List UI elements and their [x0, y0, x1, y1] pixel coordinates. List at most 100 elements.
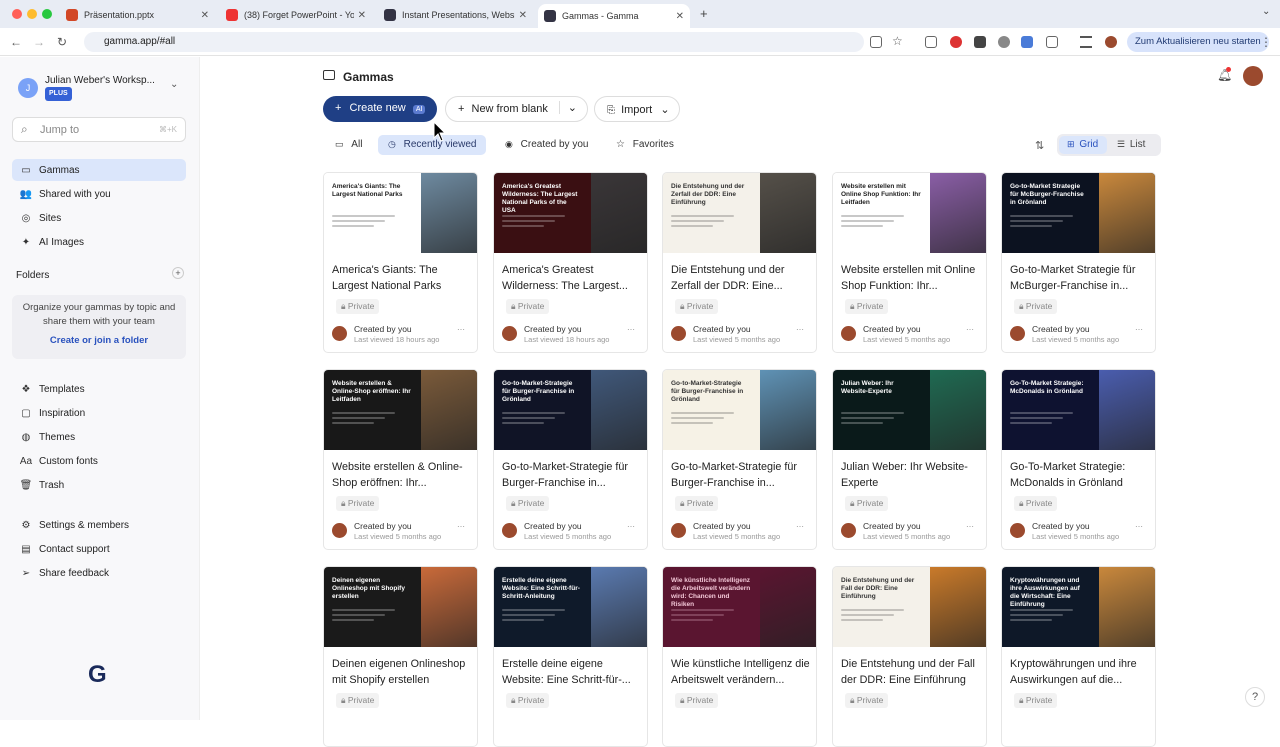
more-options-icon[interactable]: ⋯ — [1135, 325, 1143, 334]
gamma-card[interactable]: Website erstellen mit Online Shop Funkti… — [832, 172, 987, 353]
sidebar-item-share-feedback[interactable]: ➢ Share feedback — [12, 562, 186, 584]
sidebar-item-shared[interactable]: 👥 Shared with you — [12, 183, 186, 205]
browser-menu-icon[interactable]: ⋮ — [1260, 35, 1272, 49]
view-grid-label: Grid — [1079, 139, 1099, 150]
close-window-button[interactable] — [12, 9, 22, 19]
thumbnail-title: Wie künstliche Intelligenz die Arbeitswe… — [671, 577, 751, 608]
import-button[interactable]: ⎘ Import ⌄ — [594, 96, 680, 122]
sidebar-item-custom-fonts[interactable]: Aa Custom fonts — [12, 450, 186, 472]
more-options-icon[interactable]: ⋯ — [966, 325, 974, 334]
filter-created-by-you[interactable]: ◉ Created by you — [499, 136, 594, 156]
chevron-down-icon[interactable]: ⌄ — [558, 101, 577, 114]
bookmark-star-icon[interactable]: ☆ — [892, 34, 903, 48]
close-tab-icon[interactable]: ✕ — [358, 10, 366, 21]
filter-all[interactable]: ▭ All — [329, 136, 368, 156]
install-app-icon[interactable] — [870, 36, 882, 48]
new-from-blank-label: New from blank — [471, 103, 548, 115]
sidebar-item-label: Custom fonts — [39, 455, 98, 467]
privacy-badge: 🔒︎ Private — [675, 299, 719, 314]
privacy-badge: 🔒︎ Private — [506, 496, 550, 511]
created-by-label: Created by you — [863, 324, 921, 334]
gamma-card[interactable]: Go-to-Market-Strategie für Burger-Franch… — [493, 369, 648, 550]
search-input[interactable]: ⌕ Jump to ⌘+K — [12, 117, 186, 142]
author-avatar — [502, 523, 517, 538]
url-field[interactable]: gamma.app/#all — [84, 32, 864, 52]
more-options-icon[interactable]: ⋯ — [627, 325, 635, 334]
gamma-card[interactable]: Julian Weber: Ihr Website-Experte Julian … — [832, 369, 987, 550]
privacy-badge: 🔒︎ Private — [506, 299, 550, 314]
gamma-card[interactable]: America's Giants: The Largest National P… — [323, 172, 478, 353]
more-options-icon[interactable]: ⋯ — [796, 325, 804, 334]
more-options-icon[interactable]: ⋯ — [457, 522, 465, 531]
close-tab-icon[interactable]: ✕ — [676, 11, 684, 22]
sidebar-item-trash[interactable]: 🗑 Trash — [12, 474, 186, 496]
filter-favorites[interactable]: ☆ Favorites — [610, 136, 680, 156]
browser-tab[interactable]: Präsentation.pptx ✕ — [60, 4, 215, 26]
gamma-card[interactable]: Go-to-Market Strategie für McBurger-Fran… — [1001, 172, 1156, 353]
sidebar-item-label: Sites — [39, 212, 62, 224]
card-thumbnail: Go-to-Market-Strategie für Burger-Franch… — [663, 370, 816, 450]
back-icon[interactable]: ← — [10, 35, 22, 49]
more-options-icon[interactable]: ⋯ — [1135, 522, 1143, 531]
thumbnail-text-lines — [502, 215, 572, 230]
sidebar-item-ai-images[interactable]: ✦ AI Images — [12, 231, 186, 253]
maximize-window-button[interactable] — [42, 9, 52, 19]
update-browser-button[interactable]: Zum Aktualisieren neu starten — [1127, 32, 1269, 52]
globe-extension-icon[interactable] — [998, 36, 1010, 48]
gamma-card[interactable]: Go-to-Market-Strategie für Burger-Franch… — [662, 369, 817, 550]
plan-badge: PLUS — [45, 87, 72, 101]
more-options-icon[interactable]: ⋯ — [966, 522, 974, 531]
view-list-button[interactable]: ☰ List — [1113, 136, 1157, 154]
close-tab-icon[interactable]: ✕ — [519, 10, 527, 21]
privacy-badge: 🔒︎ Private — [336, 496, 380, 511]
sidebar-item-gammas[interactable]: ▭ Gammas — [12, 159, 186, 181]
thumbnail-text-lines — [502, 609, 572, 624]
tab-search-icon[interactable]: ⌄ — [1262, 6, 1270, 17]
gamma-card[interactable]: Website erstellen & Online-Shop eröffnen… — [323, 369, 478, 550]
gamma-card[interactable]: America's Greatest Wilderness: The Large… — [493, 172, 648, 353]
more-options-icon[interactable]: ⋯ — [796, 522, 804, 531]
forward-icon[interactable]: → — [33, 35, 45, 49]
puzzle-extension-icon[interactable] — [1046, 36, 1058, 48]
adblock-extension-icon[interactable] — [950, 36, 962, 48]
new-tab-button[interactable]: + — [700, 6, 708, 21]
sidebar-item-contact-support[interactable]: ▤ Contact support — [12, 538, 186, 560]
create-folder-link[interactable]: Create or join a folder — [12, 334, 186, 348]
filter-label: Favorites — [632, 139, 674, 150]
view-grid-button[interactable]: ⊞ Grid — [1059, 136, 1107, 154]
help-icon[interactable]: ? — [1245, 687, 1265, 707]
browser-tab[interactable]: Gammas - Gamma ✕ — [538, 4, 690, 28]
sidebar-item-templates[interactable]: ❖ Templates — [12, 378, 186, 400]
sidebar-item-inspiration[interactable]: ▢ Inspiration — [12, 402, 186, 424]
chevron-down-icon[interactable]: ⌄ — [170, 79, 178, 90]
add-folder-icon[interactable]: + — [172, 267, 184, 279]
gamma-card[interactable]: Go-To-Market Strategie: McDonalds in Grö… — [1001, 369, 1156, 550]
create-new-button[interactable]: + Create new AI — [323, 96, 437, 122]
lock-icon: 🔒︎ — [680, 301, 687, 311]
sidebar-item-settings[interactable]: ⚙ Settings & members — [12, 514, 186, 536]
workspace-switcher[interactable]: J Julian Weber's Worksp... PLUS — [18, 75, 155, 101]
sort-icon[interactable]: ⇅ — [1035, 139, 1044, 152]
pen-extension-icon[interactable] — [974, 36, 986, 48]
user-avatar[interactable] — [1243, 66, 1263, 86]
card-title: Deinen eigenen Onlineshop mit Shopify er… — [332, 658, 466, 686]
thumbnail-title: Website erstellen & Online-Shop eröffnen… — [332, 380, 411, 403]
more-options-icon[interactable]: ⋯ — [627, 522, 635, 531]
browser-tab[interactable]: Instant Presentations, Websi ✕ — [378, 4, 533, 26]
minimize-window-button[interactable] — [27, 9, 37, 19]
close-tab-icon[interactable]: ✕ — [201, 10, 209, 21]
thumbnail-text-lines — [332, 609, 402, 624]
browser-tab[interactable]: (38) Forget PowerPoint - You ✕ — [220, 4, 372, 26]
gamma-card[interactable]: Die Entstehung und der Zerfall der DDR: … — [662, 172, 817, 353]
more-options-icon[interactable]: ⋯ — [457, 325, 465, 334]
sidebar-item-sites[interactable]: ◎ Sites — [12, 207, 186, 229]
translate-extension-icon[interactable] — [1021, 36, 1033, 48]
reading-list-icon[interactable] — [1080, 36, 1092, 48]
sidebar-item-label: Trash — [39, 479, 65, 491]
extension-icon[interactable] — [925, 36, 937, 48]
sidebar-item-themes[interactable]: ◍ Themes — [12, 426, 186, 448]
reload-icon[interactable]: ↻ — [57, 35, 67, 49]
new-from-blank-button[interactable]: + New from blank ⌄ — [445, 96, 588, 122]
tab-title: Instant Presentations, Websi — [402, 10, 515, 20]
profile-avatar-icon[interactable] — [1105, 36, 1117, 48]
